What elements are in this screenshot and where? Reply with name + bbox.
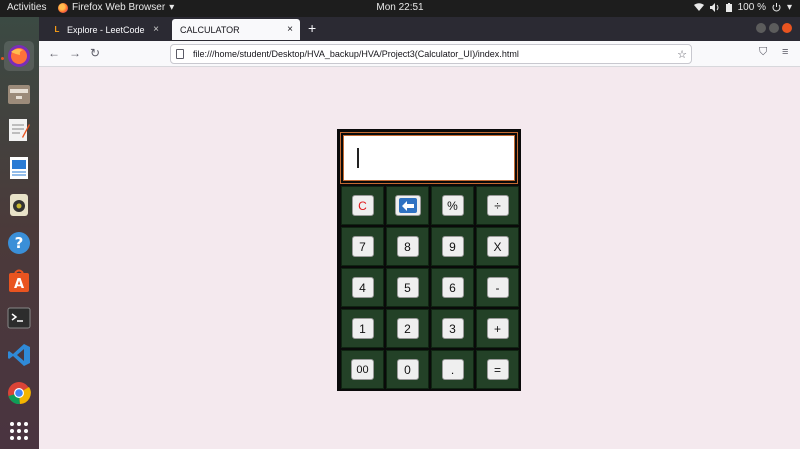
keypad-cell: =: [476, 350, 519, 389]
svg-text:A: A: [14, 277, 24, 292]
digit-2-button[interactable]: 2: [396, 318, 419, 339]
tab-title: Explore - LeetCode: [67, 24, 145, 35]
keypad: C % ÷ 7 8 9 X 4 5 6 - 1 2 3 + 00 0 . =: [341, 186, 519, 389]
clear-button[interactable]: C: [351, 195, 374, 216]
app-grid-icon[interactable]: [4, 416, 34, 446]
files-icon[interactable]: [4, 79, 34, 109]
digit-7-button[interactable]: 7: [351, 236, 374, 257]
system-top-bar: Activities Firefox Web Browser ▾ Mon 22:…: [0, 0, 800, 17]
keypad-cell: 1: [341, 309, 384, 348]
keypad-cell: 0: [386, 350, 429, 389]
tab-calculator[interactable]: CALCULATOR ×: [172, 19, 300, 40]
clock[interactable]: Mon 22:51: [0, 2, 800, 13]
digit-4-button[interactable]: 4: [351, 277, 374, 298]
calculator: C % ÷ 7 8 9 X 4 5 6 - 1 2 3 + 00 0 . =: [337, 129, 521, 391]
tab-title: CALCULATOR: [180, 24, 240, 35]
system-tray[interactable]: 100 % ▾: [693, 2, 792, 13]
forward-arrow-icon[interactable]: →: [69, 46, 81, 60]
divide-button[interactable]: ÷: [486, 195, 509, 216]
minimize-button[interactable]: [756, 23, 766, 33]
double-zero-button[interactable]: 00: [351, 359, 374, 380]
tab-leetcode[interactable]: L Explore - LeetCode ×: [44, 19, 166, 40]
window-close-button[interactable]: [782, 23, 792, 33]
terminal-icon[interactable]: [4, 303, 34, 333]
maximize-button[interactable]: [769, 23, 779, 33]
firefox-dock-icon[interactable]: [4, 41, 34, 71]
window-controls: [756, 23, 792, 33]
keypad-cell: 4: [341, 268, 384, 307]
keypad-cell: 9: [431, 227, 474, 266]
page-icon: [176, 49, 184, 59]
digit-3-button[interactable]: 3: [441, 318, 464, 339]
add-button[interactable]: +: [486, 318, 509, 339]
digit-6-button[interactable]: 6: [441, 277, 464, 298]
keypad-cell: 2: [386, 309, 429, 348]
reload-icon[interactable]: ↻: [90, 46, 100, 60]
multiply-button[interactable]: X: [486, 236, 509, 257]
keypad-cell: +: [476, 309, 519, 348]
keypad-cell: 5: [386, 268, 429, 307]
keypad-cell: 7: [341, 227, 384, 266]
browser-tab-bar: L Explore - LeetCode × CALCULATOR × +: [39, 17, 800, 41]
keypad-cell: 00: [341, 350, 384, 389]
digit-9-button[interactable]: 9: [441, 236, 464, 257]
keypad-cell: 3: [431, 309, 474, 348]
equals-button[interactable]: =: [486, 359, 509, 380]
keypad-cell: [386, 186, 429, 225]
software-center-icon[interactable]: A: [4, 266, 34, 296]
digit-0-button[interactable]: 0: [396, 359, 419, 380]
calculator-display[interactable]: [343, 135, 515, 181]
ubuntu-dock: ? A: [0, 17, 39, 449]
backspace-button[interactable]: [394, 195, 421, 216]
keypad-cell: C: [341, 186, 384, 225]
browser-nav-bar: ← → ↻ file:///home/student/Desktop/HVA_b…: [39, 41, 800, 67]
digit-1-button[interactable]: 1: [351, 318, 374, 339]
close-icon[interactable]: ×: [153, 24, 159, 35]
backspace-icon: [398, 198, 417, 213]
decimal-button[interactable]: .: [441, 359, 464, 380]
keypad-cell: %: [431, 186, 474, 225]
subtract-button[interactable]: -: [486, 277, 509, 298]
writer-icon[interactable]: [4, 153, 34, 183]
pocket-icon[interactable]: ⛉: [759, 46, 767, 59]
help-icon[interactable]: ?: [4, 228, 34, 258]
back-arrow-icon[interactable]: ←: [48, 46, 60, 60]
chevron-down-icon: ▾: [786, 2, 792, 13]
keypad-cell: 6: [431, 268, 474, 307]
url-bar[interactable]: file:///home/student/Desktop/HVA_backup/…: [170, 44, 692, 64]
rhythmbox-icon[interactable]: [4, 190, 34, 220]
digit-8-button[interactable]: 8: [396, 236, 419, 257]
keypad-cell: -: [476, 268, 519, 307]
keypad-cell: 8: [386, 227, 429, 266]
menu-icon[interactable]: ≡: [782, 46, 788, 58]
keypad-cell: X: [476, 227, 519, 266]
vscode-icon[interactable]: [4, 340, 34, 370]
text-editor-icon[interactable]: [4, 115, 34, 145]
text-caret: [357, 148, 359, 168]
wifi-icon: [693, 3, 704, 12]
new-tab-button[interactable]: +: [308, 20, 316, 36]
bookmark-star-icon[interactable]: ☆: [677, 48, 687, 61]
battery-icon: [725, 3, 732, 12]
power-icon: [772, 3, 781, 12]
close-icon[interactable]: ×: [287, 24, 293, 35]
digit-5-button[interactable]: 5: [396, 277, 419, 298]
keypad-cell: ÷: [476, 186, 519, 225]
url-text[interactable]: file:///home/student/Desktop/HVA_backup/…: [193, 49, 519, 59]
percent-button[interactable]: %: [441, 195, 464, 216]
speaker-icon: [709, 3, 719, 12]
keypad-cell: .: [431, 350, 474, 389]
display-frame: [340, 132, 518, 184]
chrome-icon[interactable]: [4, 378, 34, 408]
leetcode-icon: L: [54, 25, 60, 34]
battery-percent: 100 %: [737, 2, 766, 13]
svg-text:?: ?: [15, 234, 24, 252]
